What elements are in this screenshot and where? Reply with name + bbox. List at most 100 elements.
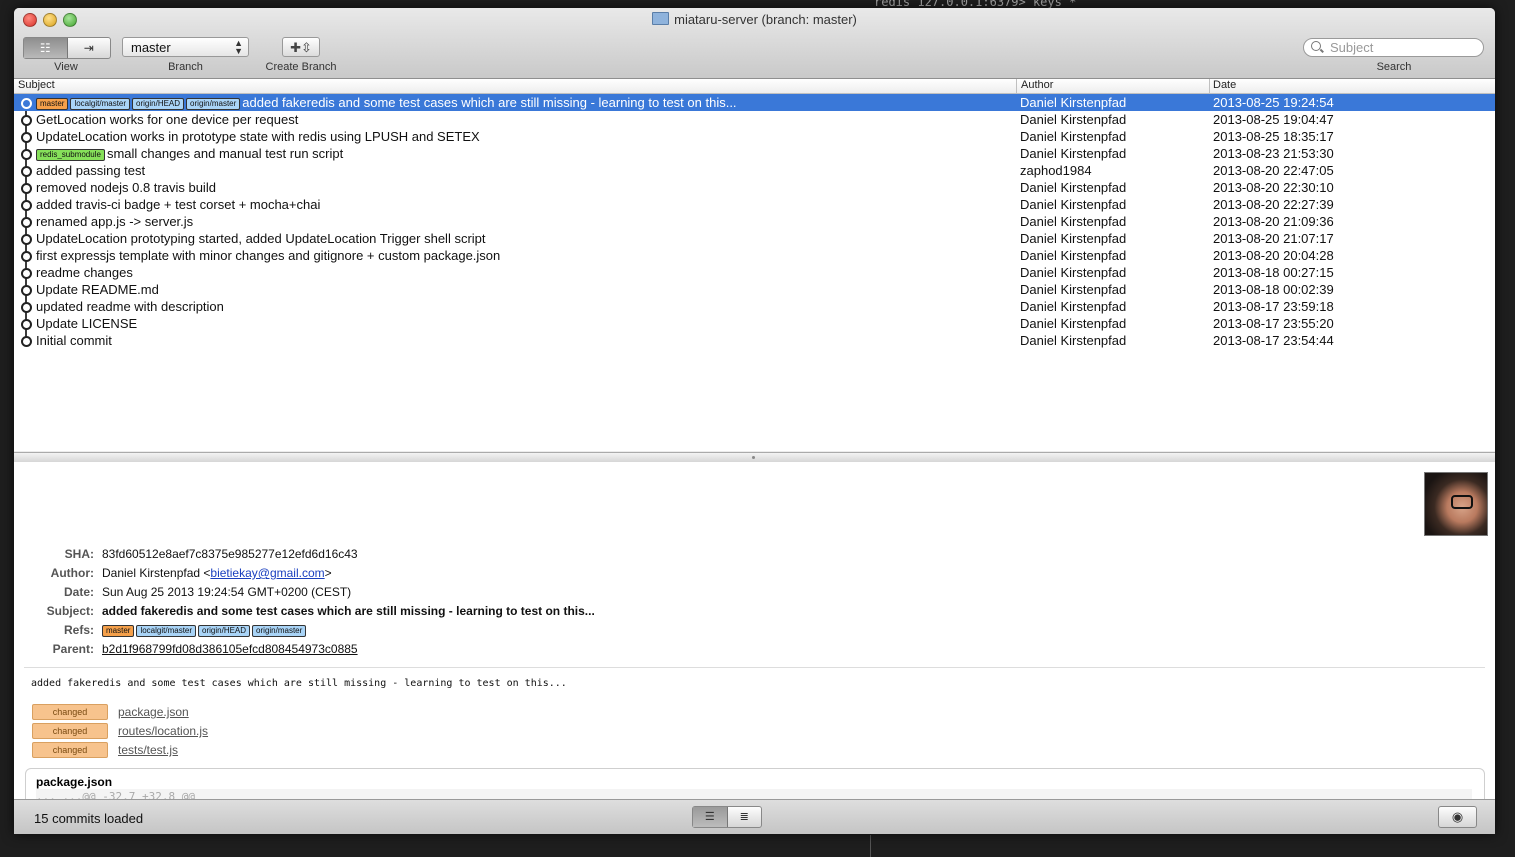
search-icon — [1311, 41, 1321, 51]
commit-row[interactable]: UpdateLocation prototyping started, adde… — [14, 230, 1495, 247]
changed-file-link[interactable]: routes/location.js — [118, 724, 208, 738]
commit-date: 2013-08-17 23:55:20 — [1213, 316, 1334, 331]
commit-author: Daniel Kirstenpfad — [1020, 333, 1127, 348]
commit-subject-text: small changes and manual test run script — [106, 146, 344, 161]
changed-status-badge: changed — [32, 704, 108, 720]
folder-icon — [652, 12, 670, 25]
commit-rows: master localgit/master origin/HEAD origin/m… — [14, 94, 1495, 349]
history-view-icon[interactable]: ☷ — [24, 38, 68, 58]
commit-author: Daniel Kirstenpfad — [1020, 129, 1127, 144]
commit-node-icon — [21, 319, 32, 330]
commit-subject: GetLocation works for one device per req… — [36, 112, 298, 127]
column-header-subject[interactable]: Subject — [18, 79, 55, 91]
commit-subject: readme changes — [36, 265, 133, 280]
commit-date: 2013-08-25 19:04:47 — [1213, 112, 1334, 127]
commit-row[interactable]: added passing test zaphod1984 2013-08-20 2… — [14, 162, 1495, 179]
eye-icon: ◉ — [1451, 809, 1464, 824]
commit-row[interactable]: readme changes Daniel Kirstenpfad 2013-08-… — [14, 264, 1495, 281]
commit-subject: redis_submodule small changes and manual … — [36, 146, 343, 161]
branch-label: Branch — [168, 61, 203, 73]
commit-row[interactable]: master localgit/master origin/HEAD origin/m… — [14, 94, 1495, 111]
commit-subject-text: added fakeredis and some test cases whic… — [242, 95, 737, 110]
column-header-date[interactable]: Date — [1213, 79, 1236, 91]
commit-subject-text: removed nodejs 0.8 travis build — [36, 180, 216, 195]
search-field[interactable]: Subject — [1303, 38, 1484, 57]
commit-author: Daniel Kirstenpfad — [1020, 248, 1127, 263]
ref-badge: origin/HEAD — [198, 625, 251, 637]
parent-link[interactable]: b2d1f968799fd08d386105efcd808454973c0885 — [102, 642, 358, 656]
commit-row[interactable]: GetLocation works for one device per req… — [14, 111, 1495, 128]
commit-author: Daniel Kirstenpfad — [1020, 146, 1127, 161]
titlebar: miataru-server (branch: master) ☷ ⇥ View… — [14, 8, 1495, 79]
author-name: Daniel Kirstenpfad < — [102, 566, 211, 580]
commit-subject: master localgit/master origin/HEAD origin/m… — [36, 95, 737, 110]
commit-row[interactable]: Update LICENSE Daniel Kirstenpfad 2013-08-… — [14, 315, 1495, 332]
commit-subject-text: GetLocation works for one device per req… — [36, 112, 299, 127]
raw-view-icon[interactable]: ≣ — [728, 807, 762, 827]
column-divider[interactable] — [1016, 79, 1017, 93]
commit-subject: UpdateLocation works in prototype state … — [36, 129, 480, 144]
quicklook-eye-button[interactable]: ◉ — [1438, 806, 1477, 828]
column-divider[interactable] — [1209, 79, 1210, 93]
commit-message: added fakeredis and some test cases whic… — [31, 678, 567, 689]
formatted-view-icon[interactable]: ☰ — [693, 807, 728, 827]
commit-date: 2013-08-18 00:02:39 — [1213, 282, 1334, 297]
commit-row[interactable]: redis_submodule small changes and manual … — [14, 145, 1495, 162]
parent-key: Parent: — [52, 642, 94, 656]
date-value: Sun Aug 25 2013 19:24:54 GMT+0200 (CEST) — [102, 585, 352, 599]
commit-subject-text: UpdateLocation prototyping started, adde… — [36, 231, 486, 246]
commit-date: 2013-08-17 23:59:18 — [1213, 299, 1334, 314]
commit-row[interactable]: renamed app.js -> server.js Daniel Kirste… — [14, 213, 1495, 230]
changed-file-link[interactable]: package.json — [118, 705, 189, 719]
detail-divider — [24, 667, 1485, 668]
commit-author: Daniel Kirstenpfad — [1020, 112, 1127, 127]
ref-badge: localgit/master — [136, 625, 197, 637]
commit-date: 2013-08-20 22:30:10 — [1213, 180, 1334, 195]
ref-badge: master — [36, 98, 69, 110]
author-key: Author: — [50, 566, 94, 580]
diff-file-title: package.json — [36, 775, 113, 789]
commit-date: 2013-08-20 21:09:36 — [1213, 214, 1334, 229]
commit-row[interactable]: Update README.md Daniel Kirstenpfad 2013-0… — [14, 281, 1495, 298]
branch-select[interactable]: master ▲ ▼ — [122, 37, 249, 57]
ref-badge: master — [102, 625, 135, 637]
commit-date: 2013-08-23 21:53:30 — [1213, 146, 1334, 161]
author-value: Daniel Kirstenpfad <bietiekay@gmail.com> — [102, 566, 332, 580]
refs-value: master localgit/master origin/HEAD origin/m… — [102, 623, 308, 637]
gitx-window: miataru-server (branch: master) ☷ ⇥ View… — [14, 8, 1495, 834]
view-segmented-control[interactable]: ☷ ⇥ — [23, 37, 111, 59]
commit-node-icon — [21, 115, 32, 126]
commit-row[interactable]: first expressjs template with minor chan… — [14, 247, 1495, 264]
detail-mode-control[interactable]: ☰ ≣ — [692, 806, 762, 828]
changed-file-link[interactable]: tests/test.js — [118, 743, 178, 757]
commit-subject: Update LICENSE — [36, 316, 137, 331]
author-email-link[interactable]: bietiekay@gmail.com — [210, 566, 324, 580]
create-branch-icon: ✚⇳ — [290, 40, 312, 55]
commit-author: Daniel Kirstenpfad — [1020, 197, 1127, 212]
commit-view-icon[interactable]: ⇥ — [68, 38, 111, 58]
changed-status-badge: changed — [32, 723, 108, 739]
commit-row[interactable]: removed nodejs 0.8 travis build Daniel Ki… — [14, 179, 1495, 196]
commit-subject-text: first expressjs template with minor chan… — [36, 248, 501, 263]
window-title-text: miataru-server (branch: master) — [674, 12, 857, 27]
commit-row[interactable]: added travis-ci badge + test corset + mo… — [14, 196, 1495, 213]
commit-row[interactable]: Initial commit Daniel Kirstenpfad 2013-08-… — [14, 332, 1495, 349]
subject-value: added fakeredis and some test cases whic… — [102, 604, 595, 618]
commit-author: zaphod1984 — [1020, 163, 1092, 178]
commit-subject-text: readme changes — [36, 265, 133, 280]
commit-node-icon — [21, 285, 32, 296]
view-label: View — [54, 61, 78, 73]
commit-author: Daniel Kirstenpfad — [1020, 299, 1127, 314]
create-branch-button[interactable]: ✚⇳ — [282, 37, 320, 57]
ref-badge: redis_submodule — [36, 149, 105, 161]
commit-subject-text: Update LICENSE — [36, 316, 138, 331]
commit-node-icon — [21, 132, 32, 143]
commit-node-icon — [21, 268, 32, 279]
refs-key: Refs: — [63, 623, 94, 637]
commit-author: Daniel Kirstenpfad — [1020, 214, 1127, 229]
commit-author: Daniel Kirstenpfad — [1020, 180, 1127, 195]
commit-row[interactable]: UpdateLocation works in prototype state … — [14, 128, 1495, 145]
commit-subject: added travis-ci badge + test corset + mo… — [36, 197, 320, 212]
column-header-author[interactable]: Author — [1021, 79, 1053, 91]
commit-row[interactable]: updated readme with description Daniel Ki… — [14, 298, 1495, 315]
